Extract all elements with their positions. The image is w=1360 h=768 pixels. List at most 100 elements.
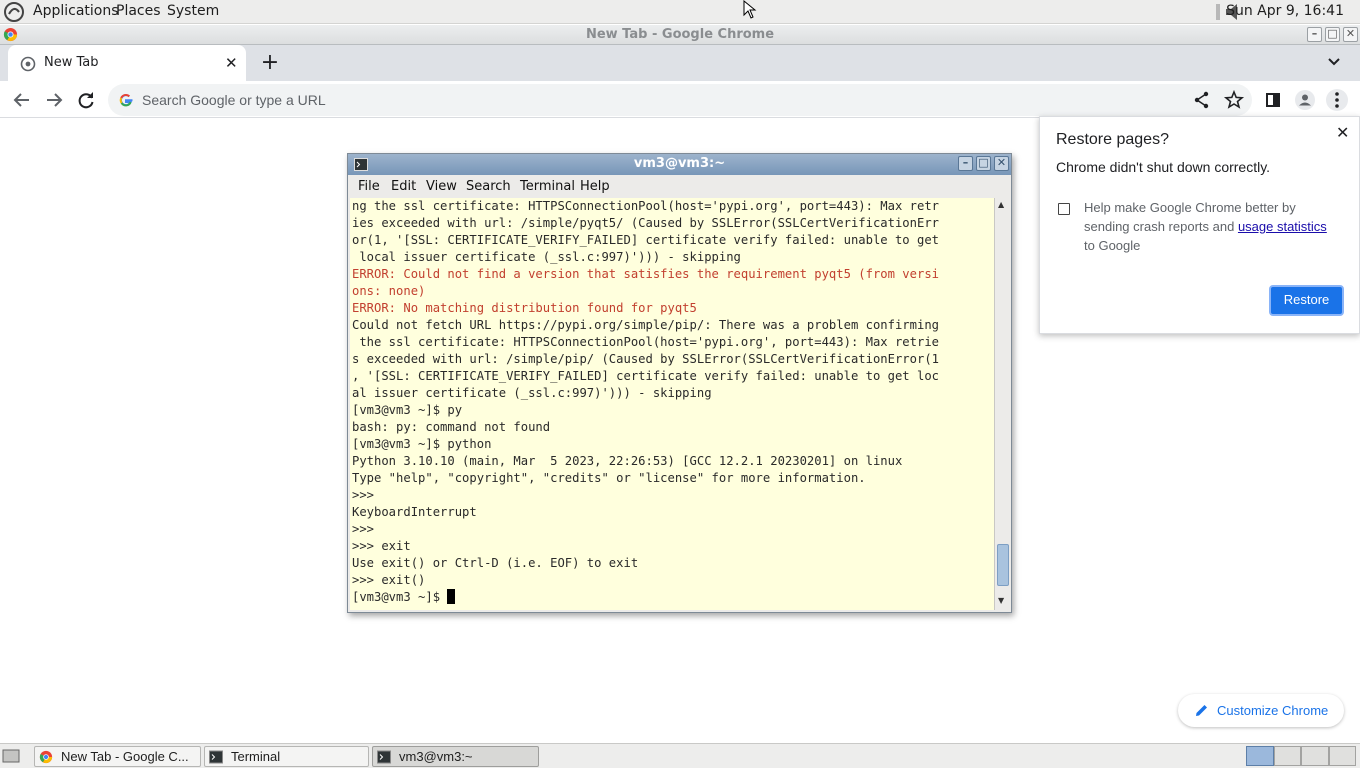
restore-button[interactable]: Restore — [1269, 285, 1344, 316]
terminal-line: Could not fetch URL https://pypi.org/sim… — [352, 318, 939, 332]
terminal-titlebar[interactable]: vm3@vm3:~ – □ ✕ — [348, 154, 1011, 175]
chrome-window-titlebar[interactable]: New Tab - Google Chrome – □ ✕ — [0, 25, 1360, 45]
tab-search-chevron-icon[interactable] — [1325, 55, 1343, 69]
back-icon[interactable] — [11, 89, 33, 111]
system-menu[interactable]: System — [167, 3, 219, 19]
profile-avatar-icon[interactable] — [1294, 89, 1316, 111]
customize-chrome-label: Customize Chrome — [1217, 703, 1329, 718]
google-g-icon — [119, 94, 133, 107]
menu-file[interactable]: File — [358, 179, 380, 194]
scroll-up-arrow-icon[interactable]: ▲ — [998, 200, 1004, 209]
terminal-prompt: [vm3@vm3 ~]$ — [352, 590, 448, 604]
menu-search[interactable]: Search — [466, 179, 511, 194]
taskbar-item-terminal[interactable]: Terminal — [204, 746, 369, 767]
mouse-cursor-icon — [743, 0, 757, 19]
chrome-icon — [39, 750, 53, 764]
share-icon[interactable] — [1191, 89, 1213, 111]
crash-reports-checkbox[interactable] — [1058, 203, 1070, 215]
terminal-icon — [209, 750, 223, 764]
terminal-scrollbar[interactable]: ▲ ▼ — [994, 198, 1010, 610]
terminal-line: [vm3@vm3 ~]$ py — [352, 403, 463, 417]
terminal-line: or(1, '[SSL: CERTIFICATE_VERIFY_FAILED] … — [352, 233, 939, 247]
terminal-maximize-button[interactable]: □ — [976, 156, 991, 171]
terminal-icon — [377, 750, 391, 764]
top-panel: Applications Places System Sun Apr 9, 16… — [0, 0, 1360, 24]
customize-chrome-button[interactable]: Customize Chrome — [1178, 694, 1344, 727]
terminal-line: ies exceeded with url: /simple/pyqt5/ (C… — [352, 216, 939, 230]
taskbar-item-vm3-terminal[interactable]: vm3@vm3:~ — [372, 746, 539, 767]
side-panel-icon[interactable] — [1262, 89, 1284, 111]
terminal-line: Use exit() or Ctrl-D (i.e. EOF) to exit — [352, 556, 639, 570]
restore-pages-dialog: Restore pages? Chrome didn't shut down c… — [1039, 116, 1360, 334]
terminal-line: >>> — [352, 488, 375, 502]
chrome-window-title: New Tab - Google Chrome — [585, 27, 775, 42]
terminal-line: bash: py: command not found — [352, 420, 551, 434]
workspace-switcher[interactable] — [1246, 746, 1356, 766]
chrome-menu-kebab-icon[interactable] — [1326, 89, 1348, 111]
terminal-close-button[interactable]: ✕ — [994, 156, 1009, 171]
taskbar-item-chrome[interactable]: New Tab - Google C... — [34, 746, 201, 767]
restore-title: Restore pages? — [1056, 131, 1169, 148]
pencil-icon — [1196, 705, 1207, 716]
menu-terminal[interactable]: Terminal — [520, 179, 575, 194]
terminal-screen[interactable]: ng the ssl certificate: HTTPSConnectionP… — [350, 198, 994, 610]
scrollbar-thumb[interactable] — [997, 544, 1009, 586]
forward-icon[interactable] — [43, 89, 65, 111]
crash-reports-suffix: to Google — [1084, 238, 1141, 253]
tab-new-tab[interactable]: New Tab ✕ — [8, 45, 246, 81]
maximize-button[interactable]: □ — [1325, 27, 1340, 42]
terminal-line: >>> exit() — [352, 573, 426, 587]
terminal-line: Python 3.10.10 (main, Mar 5 2023, 22:26:… — [352, 454, 903, 468]
terminal-line: ERROR: No matching distribution found fo… — [352, 301, 697, 315]
terminal-menubar: File Edit View Search Terminal Help — [348, 176, 1011, 198]
scroll-down-arrow-icon[interactable]: ▼ — [998, 596, 1004, 605]
terminal-line: ERROR: Could not find a version that sat… — [352, 267, 939, 281]
places-menu[interactable]: Places — [116, 3, 161, 19]
new-tab-button[interactable]: + — [258, 50, 282, 75]
terminal-line: s exceeded with url: /simple/pip/ (Cause… — [352, 352, 939, 366]
chrome-icon — [3, 27, 18, 42]
terminal-line: local issuer certificate (_ssl.c:997)'))… — [352, 250, 741, 264]
terminal-prompt-line: [vm3@vm3 ~]$ — [352, 589, 939, 606]
terminal-line: al issuer certificate (_ssl.c:997)'))) -… — [352, 386, 712, 400]
terminal-line: ng the ssl certificate: HTTPSConnectionP… — [352, 199, 939, 213]
show-desktop-icon[interactable] — [2, 748, 20, 764]
text-cursor — [447, 589, 456, 604]
menu-view[interactable]: View — [426, 179, 457, 194]
usage-statistics-link[interactable]: usage statistics — [1238, 219, 1327, 234]
taskbar-label: Terminal — [231, 749, 281, 764]
taskbar-label: vm3@vm3:~ — [399, 749, 473, 764]
workspace-3[interactable] — [1301, 746, 1329, 766]
terminal-line: [vm3@vm3 ~]$ python — [352, 437, 492, 451]
close-window-button[interactable]: ✕ — [1343, 27, 1358, 42]
clock[interactable]: Sun Apr 9, 16:41 — [1226, 3, 1344, 19]
close-icon[interactable]: ✕ — [1336, 123, 1349, 142]
workspace-2[interactable] — [1273, 746, 1301, 766]
omnibox[interactable] — [108, 84, 1252, 116]
tab-title: New Tab — [44, 55, 99, 70]
reload-icon[interactable] — [75, 89, 97, 111]
terminal-line: Type "help", "copyright", "credits" or "… — [352, 471, 866, 485]
tab-close-icon[interactable]: ✕ — [225, 54, 238, 72]
terminal-output: ng the ssl certificate: HTTPSConnectionP… — [352, 198, 939, 606]
workspace-1[interactable] — [1246, 746, 1274, 766]
terminal-line: the ssl certificate: HTTPSConnectionPool… — [352, 335, 939, 349]
terminal-line: KeyboardInterrupt — [352, 505, 477, 519]
tab-strip: New Tab ✕ + — [0, 45, 1360, 81]
minimize-button[interactable]: – — [1307, 27, 1322, 42]
terminal-line: >>> exit — [352, 539, 411, 553]
bookmark-star-icon[interactable] — [1223, 89, 1245, 111]
restore-message: Chrome didn't shut down correctly. — [1056, 159, 1271, 175]
applications-menu[interactable]: Applications — [33, 3, 119, 19]
gnome-foot-icon[interactable] — [3, 1, 25, 23]
browser-toolbar — [0, 81, 1360, 118]
terminal-title: vm3@vm3:~ — [633, 156, 726, 171]
workspace-4[interactable] — [1328, 746, 1356, 766]
menu-help[interactable]: Help — [580, 179, 610, 194]
menu-edit[interactable]: Edit — [391, 179, 416, 194]
terminal-minimize-button[interactable]: – — [958, 156, 973, 171]
chrome-favicon-icon — [20, 56, 36, 72]
omnibox-input[interactable] — [142, 90, 1142, 110]
terminal-line: , '[SSL: CERTIFICATE_VERIFY_FAILED] cert… — [352, 369, 939, 383]
terminal-window: vm3@vm3:~ – □ ✕ File Edit View Search Te… — [347, 153, 1012, 613]
